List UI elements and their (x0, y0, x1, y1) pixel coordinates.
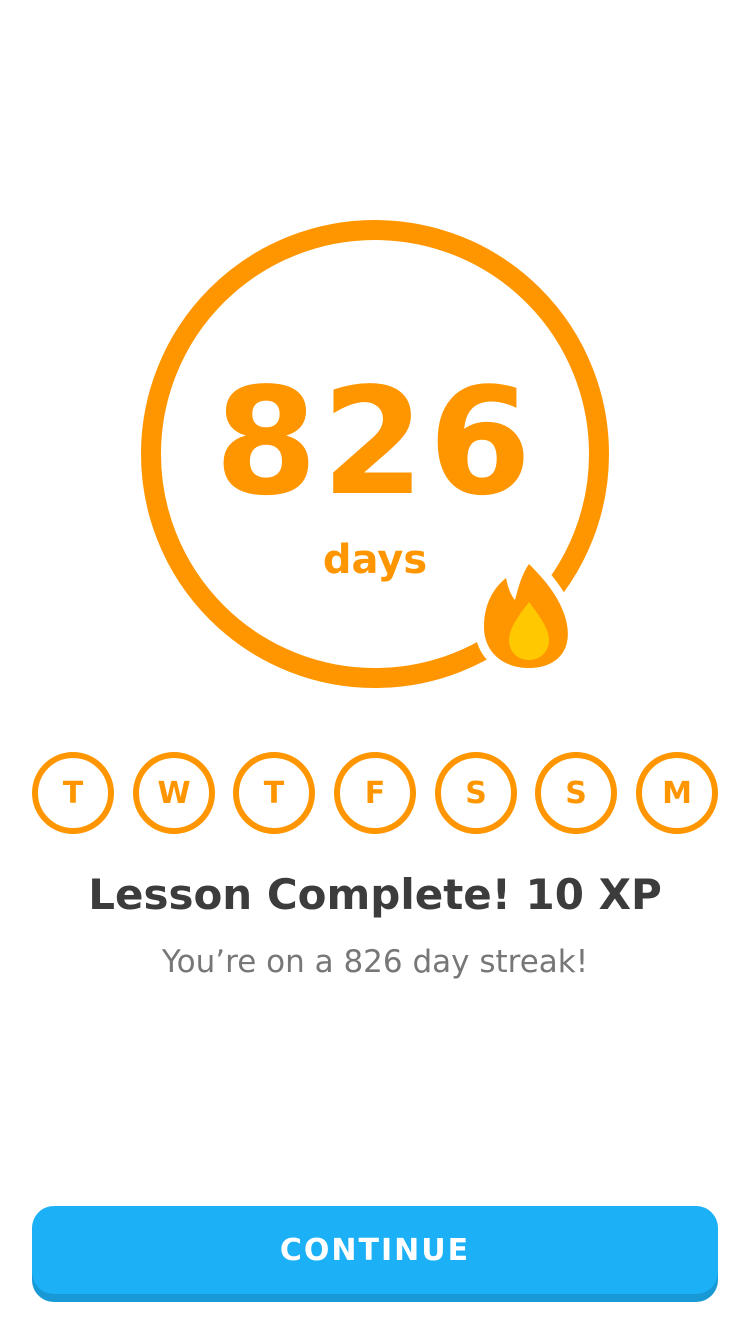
day-circle-thursday: T (233, 752, 315, 834)
day-circle-saturday: S (435, 752, 517, 834)
day-circle-sunday: S (535, 752, 617, 834)
week-progress: T W T F S S M (32, 752, 718, 834)
streak-count: 826 (214, 356, 536, 528)
continue-button[interactable]: CONTINUE (32, 1206, 718, 1294)
streak-unit-label: days (322, 537, 428, 583)
day-circle-monday: M (636, 752, 718, 834)
day-circle-wednesday: W (133, 752, 215, 834)
day-circle-tuesday: T (32, 752, 114, 834)
day-circle-friday: F (334, 752, 416, 834)
streak-message: You’re on a 826 day streak! (161, 944, 589, 980)
lesson-complete-title: Lesson Complete! 10 XP (88, 870, 662, 919)
